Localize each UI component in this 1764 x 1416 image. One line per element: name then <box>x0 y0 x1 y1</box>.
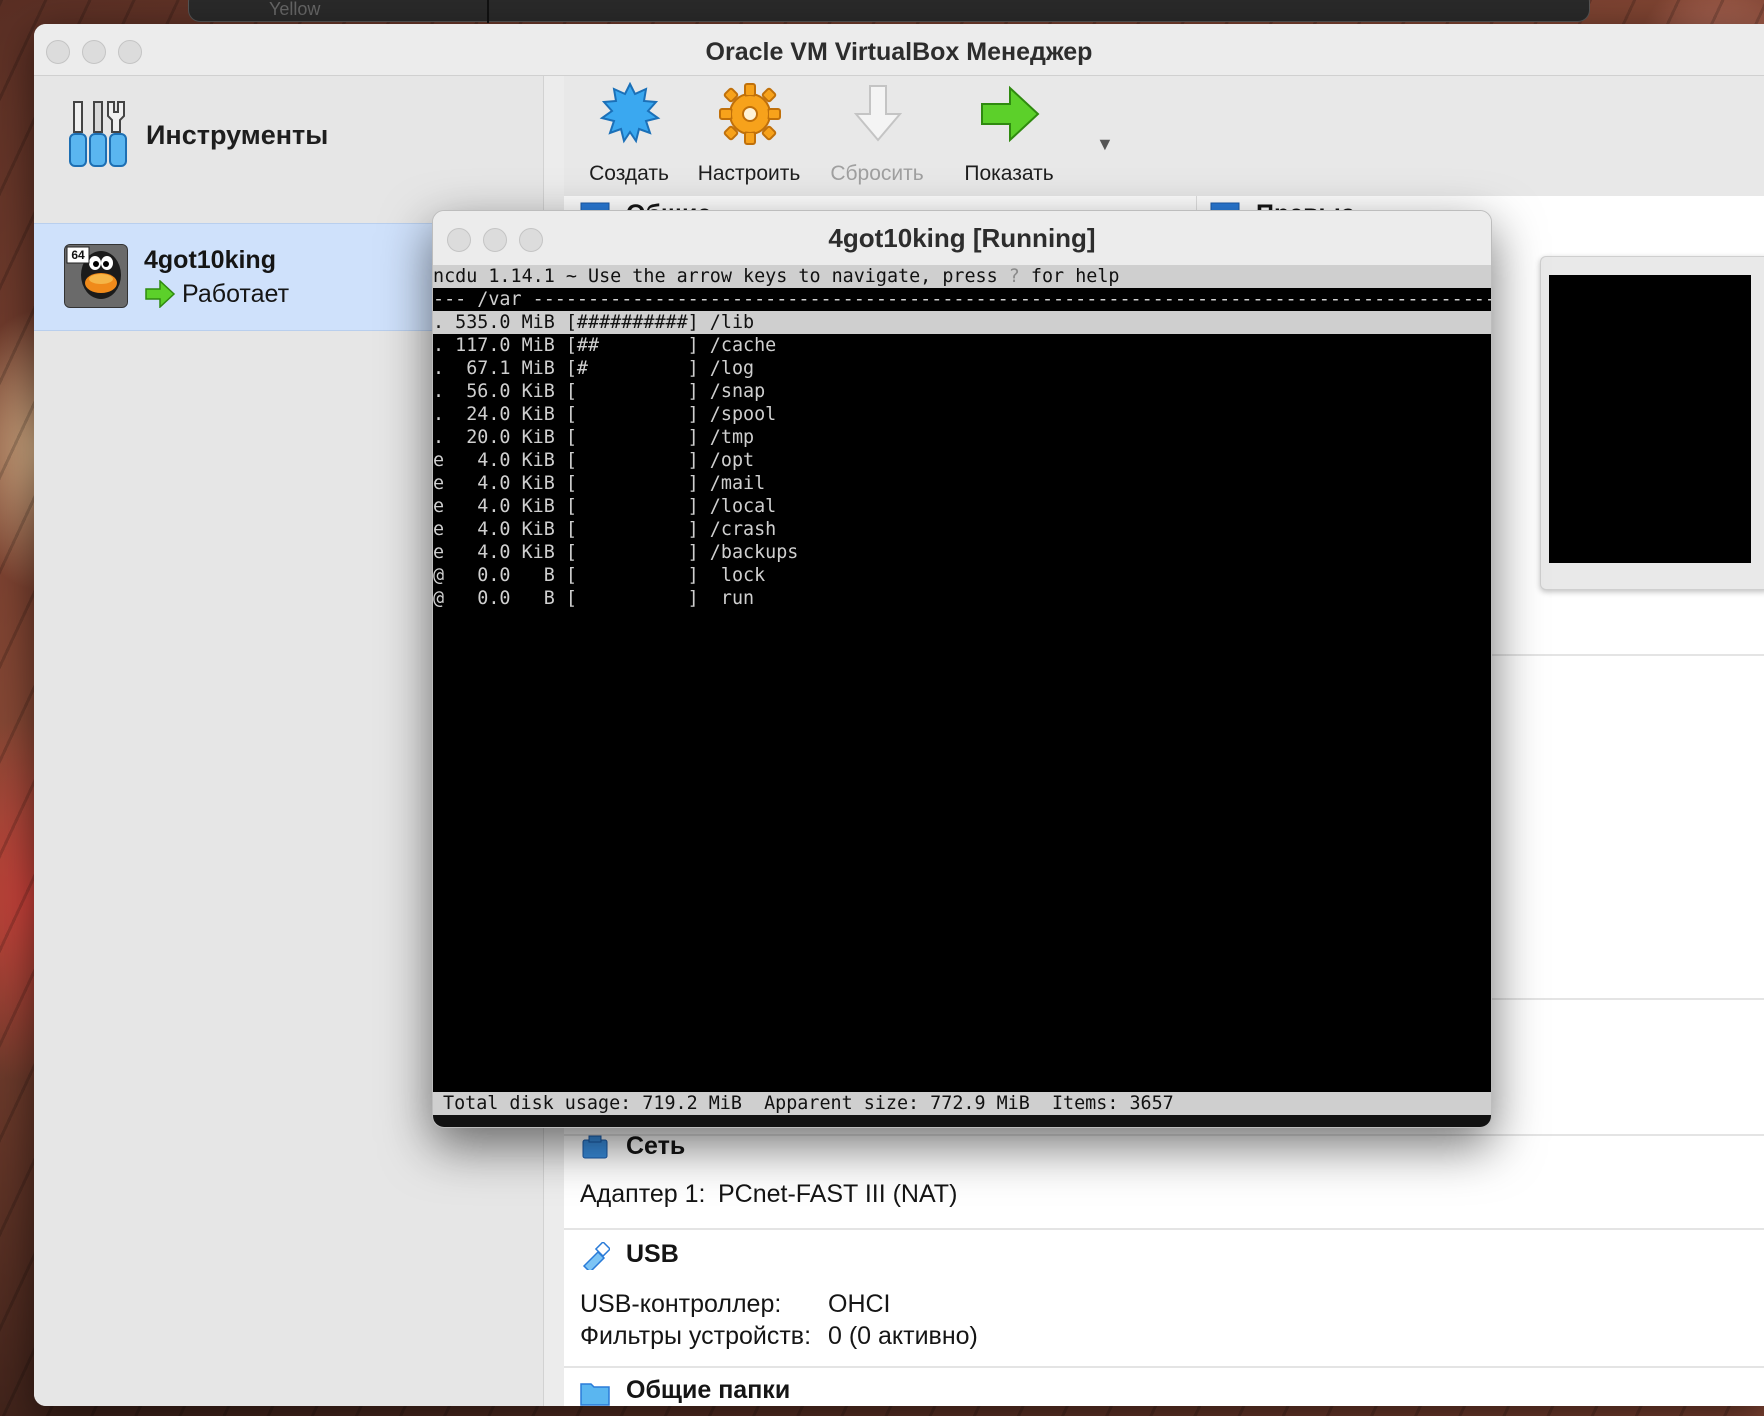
ncdu-row[interactable]: @ 0.0 B [ ] lock <box>433 564 1491 587</box>
terminal-screen[interactable]: ncdu 1.14.1 ~ Use the arrow keys to navi… <box>433 265 1491 1115</box>
tools-label: Инструменты <box>146 120 329 150</box>
usb-icon <box>582 1242 610 1270</box>
show-menu-caret[interactable]: ▼ <box>1096 134 1114 155</box>
show-label: Показать <box>964 162 1054 185</box>
ncdu-row[interactable]: . 56.0 KiB [ ] /snap <box>433 380 1491 403</box>
shared-folders-heading: Общие папки <box>626 1376 791 1404</box>
linux-os-icon: 64 <box>64 244 128 308</box>
vm-name: 4got10king <box>144 246 276 274</box>
ncdu-row[interactable]: e 4.0 KiB [ ] /local <box>433 495 1491 518</box>
ncdu-row[interactable]: . 20.0 KiB [ ] /tmp <box>433 426 1491 449</box>
background-window-text: Yellow <box>269 0 321 19</box>
usb-controller-label: USB-контроллер: <box>580 1290 782 1318</box>
create-button[interactable]: Создать <box>564 76 694 194</box>
ncdu-help-key: ? <box>1008 266 1020 287</box>
ncdu-row[interactable]: . 117.0 MiB [## ] /cache <box>433 334 1491 357</box>
tools-icon <box>69 101 127 167</box>
usb-filters-value: 0 (0 активно) <box>828 1322 978 1350</box>
gear-icon <box>719 83 781 145</box>
create-label: Создать <box>589 162 669 185</box>
ncdu-row[interactable]: e 4.0 KiB [ ] /backups <box>433 541 1491 564</box>
discard-label: Сбросить <box>830 162 924 185</box>
network-heading: Сеть <box>626 1132 686 1160</box>
manager-title: Oracle VM VirtualBox Менеджер <box>705 38 1093 66</box>
tools-item[interactable]: Инструменты <box>34 76 544 196</box>
show-arrow-icon <box>981 85 1040 143</box>
ncdu-header-text: ncdu 1.14.1 ~ Use the arrow keys to navi… <box>433 266 1009 287</box>
ncdu-header: ncdu 1.14.1 ~ Use the arrow keys to navi… <box>433 265 1491 288</box>
vm-console-titlebar: 4got10king [Running] <box>433 211 1491 265</box>
ncdu-row[interactable]: . 67.1 MiB [# ] /log <box>433 357 1491 380</box>
show-button[interactable]: Показать <box>944 76 1074 194</box>
usb-filters-label: Фильтры устройств: <box>580 1322 812 1350</box>
vm-status: Работает <box>182 280 290 308</box>
ncdu-row-selected[interactable]: . 535.0 MiB [##########] /lib <box>433 311 1491 334</box>
ncdu-row[interactable]: e 4.0 KiB [ ] /crash <box>433 518 1491 541</box>
vm-console-title: 4got10king [Running] <box>828 223 1096 253</box>
manager-titlebar: Oracle VM VirtualBox Менеджер <box>34 24 1764 76</box>
ncdu-row[interactable]: e 4.0 KiB [ ] /mail <box>433 472 1491 495</box>
ncdu-path-line: --- /var -------------------------------… <box>433 289 1491 310</box>
vm-preview-thumbnail[interactable] <box>1540 256 1764 590</box>
vm-console-window[interactable]: 4got10king [Running] ncdu 1.14.1 ~ Use t… <box>432 210 1492 1128</box>
discard-button[interactable]: Сбросить <box>812 76 942 194</box>
usb-heading: USB <box>626 1240 679 1268</box>
background-window[interactable]: Yellow <box>188 0 1590 23</box>
adapter-label: Адаптер 1: <box>580 1180 706 1208</box>
main-toolbar: Создать Настроить Сбросить Показать ▼ <box>564 76 1764 196</box>
adapter-value: PCnet-FAST III (NAT) <box>718 1180 958 1208</box>
settings-button[interactable]: Настроить <box>684 76 814 194</box>
ncdu-row[interactable]: e 4.0 KiB [ ] /opt <box>433 449 1491 472</box>
usb-controller-value: OHCI <box>828 1290 891 1318</box>
discard-down-arrow-icon <box>853 85 903 142</box>
network-icon <box>582 1135 608 1159</box>
ncdu-status-bar: Total disk usage: 719.2 MiB Apparent siz… <box>433 1092 1491 1115</box>
folder-icon <box>580 1383 610 1406</box>
arch-badge: 64 <box>71 248 85 262</box>
create-icon <box>599 82 661 144</box>
ncdu-row[interactable]: . 24.0 KiB [ ] /spool <box>433 403 1491 426</box>
running-arrow-icon <box>145 280 176 308</box>
ncdu-header-text-end: for help <box>1019 266 1120 287</box>
settings-label: Настроить <box>697 162 801 185</box>
ncdu-row[interactable]: @ 0.0 B [ ] run <box>433 587 1491 610</box>
